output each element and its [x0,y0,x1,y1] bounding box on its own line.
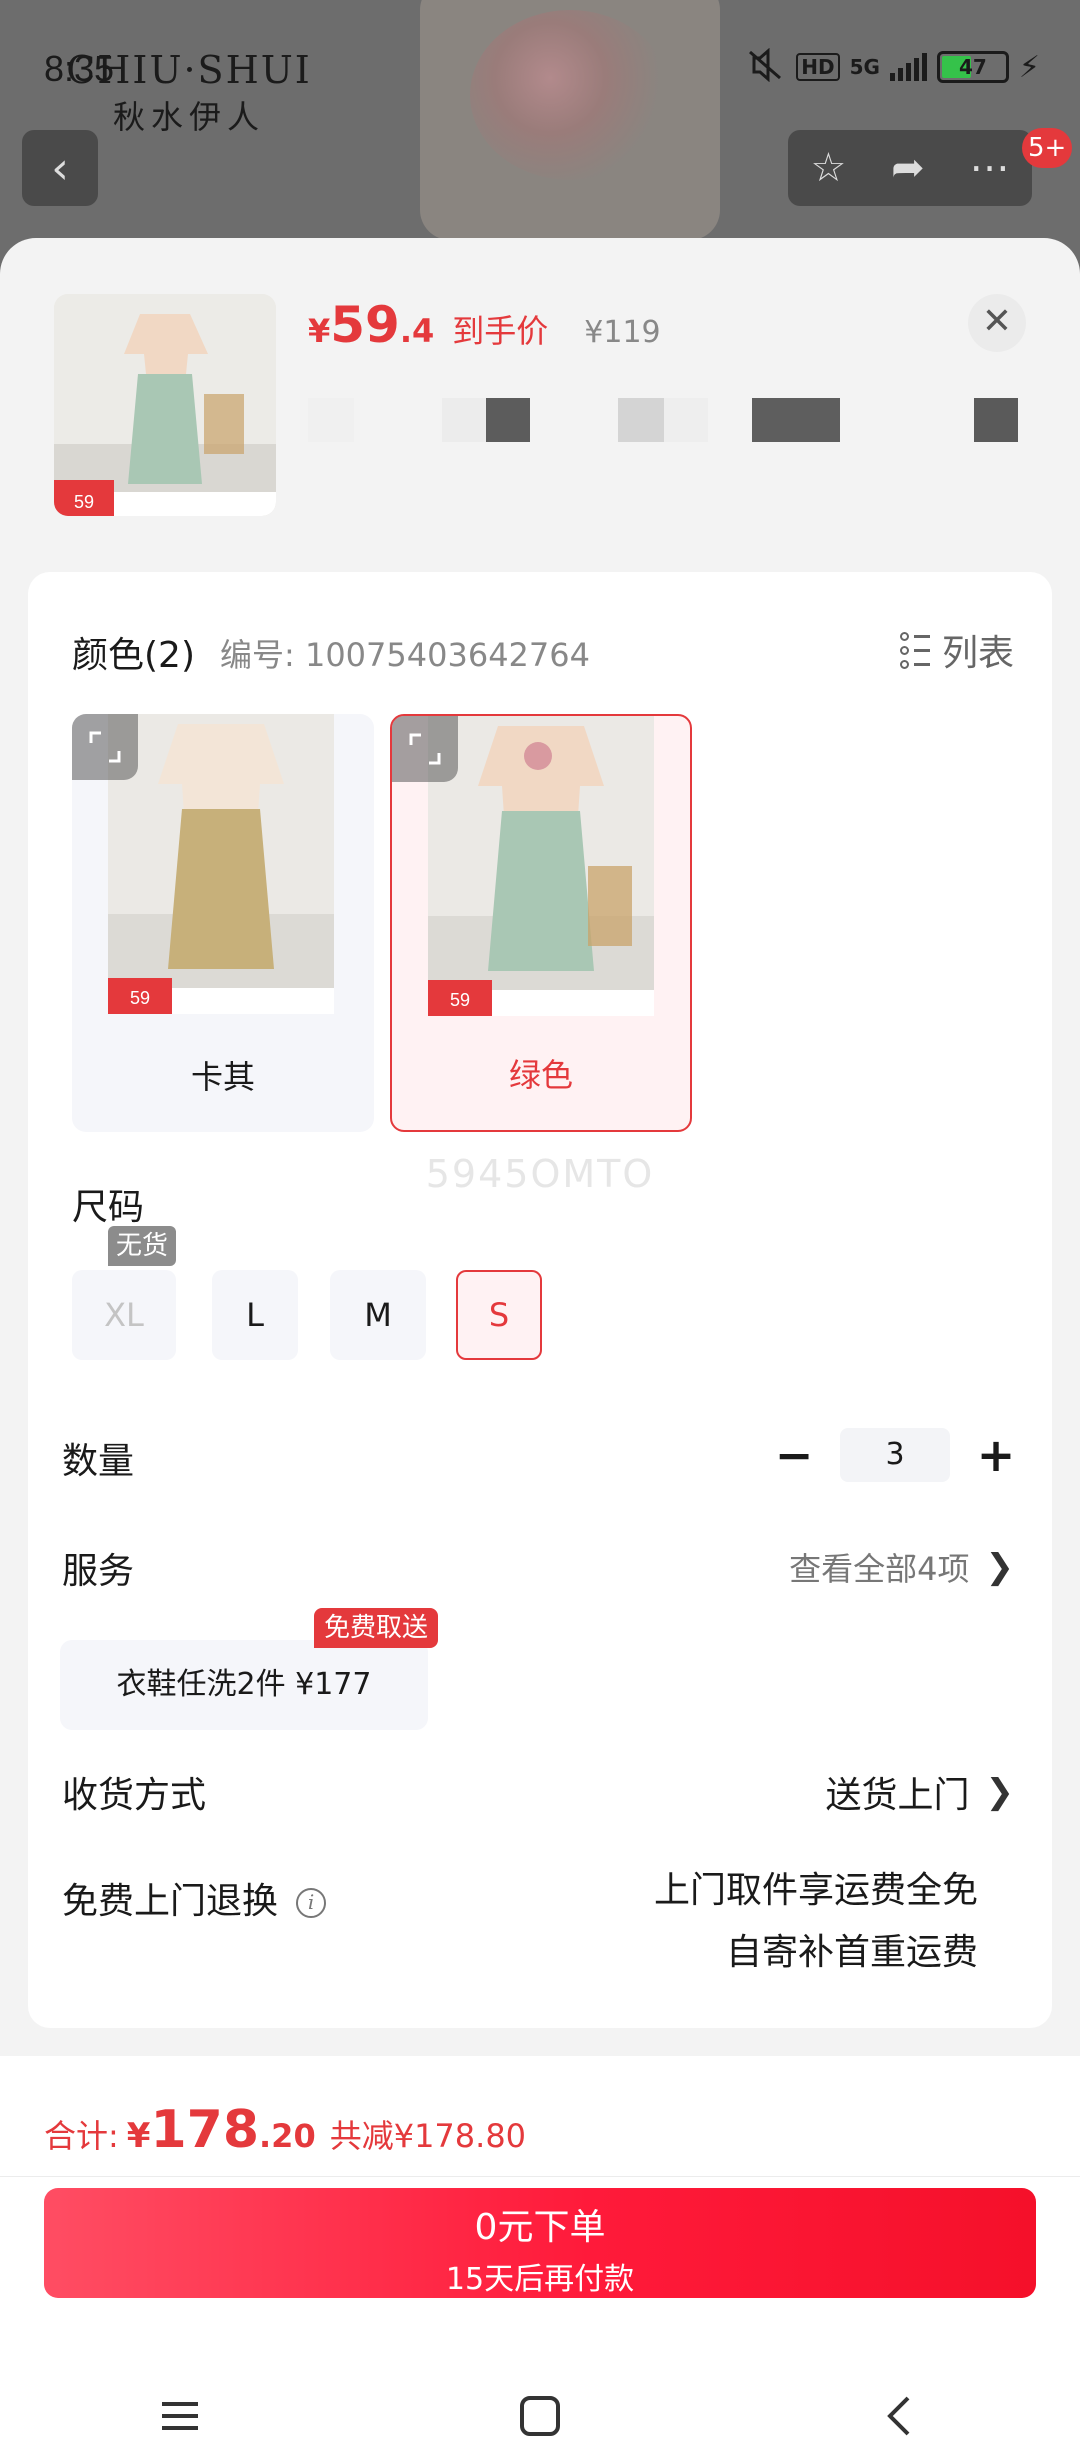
hd-icon: HD [796,53,840,81]
price-decimal: .4 [399,312,435,350]
list-icon [899,631,930,669]
total-price: 合计: ¥ 178 .20 共减¥178.80 [44,2100,526,2160]
redacted-block [486,398,530,442]
charging-icon: ⚡ [1018,49,1040,85]
quantity-plus-button[interactable]: + [974,1428,1018,1482]
size-option-m[interactable]: M [330,1270,426,1360]
favorite-icon: ☆ [810,145,847,191]
cart-count-badge: 5+ [1022,128,1073,168]
battery-level: 47 [959,55,987,79]
color-option-image: 59 [108,714,334,1014]
price-label: 到手价 [452,312,549,350]
info-icon[interactable]: i [296,1888,327,1918]
service-option-laundry[interactable]: 衣鞋任洗2件 ¥177 [60,1640,428,1730]
service-view-all-link[interactable]: 查看全部4项 ❯ [789,1544,1014,1590]
chevron-right-icon: ❯ [985,1547,1015,1587]
back-icon: ‹ [22,130,98,206]
size-option-s[interactable]: S [456,1270,542,1360]
color-option-swatch [488,811,594,971]
color-option-label: 绿色 [508,1056,573,1094]
sku-number: 编号: 10075403642764 [220,636,590,674]
redacted-block [752,398,840,442]
options-card: 颜色(2) 编号: 10075403642764 列表 59 卡其 59 绿色 … [28,572,1052,2028]
original-price: ¥119 [584,315,661,350]
size-option-l[interactable]: L [212,1270,298,1360]
watermark: 5945OMTO [425,1152,655,1196]
promo-price-tag: 59 [130,988,150,1008]
free-return-title: 免费上门退换 i [62,1872,327,1924]
chevron-right-icon: ❯ [985,1772,1015,1812]
total-label: 合计: [44,2117,119,2155]
price-row: ¥ 59 .4 到手价 ¥119 [308,296,661,354]
product-thumbnail[interactable]: 59 [54,294,276,516]
signal-icon [889,53,927,81]
delivery-method-selector[interactable]: 送货上门 ❯ [825,1766,1014,1818]
quantity-title: 数量 [62,1441,135,1482]
quantity-input[interactable]: 3 [840,1428,950,1482]
total-integer: 178 [150,2100,260,2160]
free-return-line1: 上门取件享运费全免 [653,1870,978,1911]
checkout-footer: 合计: ¥ 178 .20 共减¥178.80 0元下单 15天后再付款 [0,2056,1080,2460]
list-view-toggle[interactable]: 列表 [899,624,1014,676]
quantity-stepper: − 3 + [772,1428,1018,1482]
size-option-xl[interactable]: XL [72,1270,176,1360]
close-button[interactable]: ✕ [968,294,1026,352]
delivery-method-value: 送货上门 [825,1775,970,1816]
total-discount: 共减¥178.80 [329,2117,527,2155]
list-view-label: 列表 [941,633,1014,674]
size-section-title: 尺码 [72,1187,145,1228]
redacted-block [308,398,354,442]
color-option-label: 卡其 [190,1058,255,1096]
background-floral-print [470,10,670,180]
home-icon[interactable] [500,2386,580,2446]
color-section-title: 颜色(2) [72,635,195,676]
thumbnail-price-tag: 59 [74,492,94,512]
out-of-stock-tag: 无货 [108,1226,176,1266]
price-currency: ¥ [308,312,331,350]
color-option-khaki[interactable]: 59 卡其 [72,714,374,1132]
status-time: 8:35 [44,48,115,89]
service-view-all-label: 查看全部4项 [789,1550,970,1588]
status-icons: HD 5G 47 ⚡ [746,47,1040,86]
expand-icon[interactable] [392,716,458,782]
more-icon: ⋯ [969,145,1010,191]
battery-icon: 47 [936,51,1009,83]
redacted-block [618,398,664,442]
top-action-group: ☆ ➦ ⋯ [788,130,1032,206]
redacted-block [664,398,708,442]
color-option-swatch [168,809,274,969]
promo-price-tag: 59 [450,990,470,1010]
color-option-image: 59 [428,716,654,1016]
total-currency: ¥ [126,2116,151,2156]
back-icon[interactable] [860,2386,940,2446]
quantity-minus-button[interactable]: − [772,1428,816,1482]
free-return-details: 上门取件享运费全免 自寄补首重运费 [654,1860,978,1984]
price-integer: 59 [330,296,400,354]
network-label: 5G [849,55,880,79]
divider [0,2176,1080,2177]
delivery-method-title: 收货方式 [62,1775,207,1816]
redacted-block [974,398,1018,442]
share-icon: ➦ [891,145,925,191]
free-pickup-tag: 免费取送 [314,1608,439,1648]
zero-yuan-order-button[interactable]: 0元下单 15天后再付款 [44,2188,1036,2298]
color-option-green[interactable]: 59 绿色 [390,714,692,1132]
order-button-title: 0元下单 [474,2207,606,2248]
service-title: 服务 [62,1551,135,1592]
total-decimal: .20 [259,2117,316,2155]
sheet-header: 59 ¥ 59 .4 到手价 ¥119 ✕ [0,238,1080,568]
expand-icon[interactable] [72,714,138,780]
menu-icon[interactable] [140,2386,220,2446]
free-return-line2: 自寄补首重运费 [725,1932,978,1973]
order-button-subtitle: 15天后再付款 [445,2262,635,2297]
close-icon: ✕ [981,301,1013,342]
free-return-label: 免费上门退换 [62,1881,279,1922]
redacted-block [442,398,486,442]
system-navigation-bar [0,2376,1080,2456]
mute-icon [746,47,786,86]
